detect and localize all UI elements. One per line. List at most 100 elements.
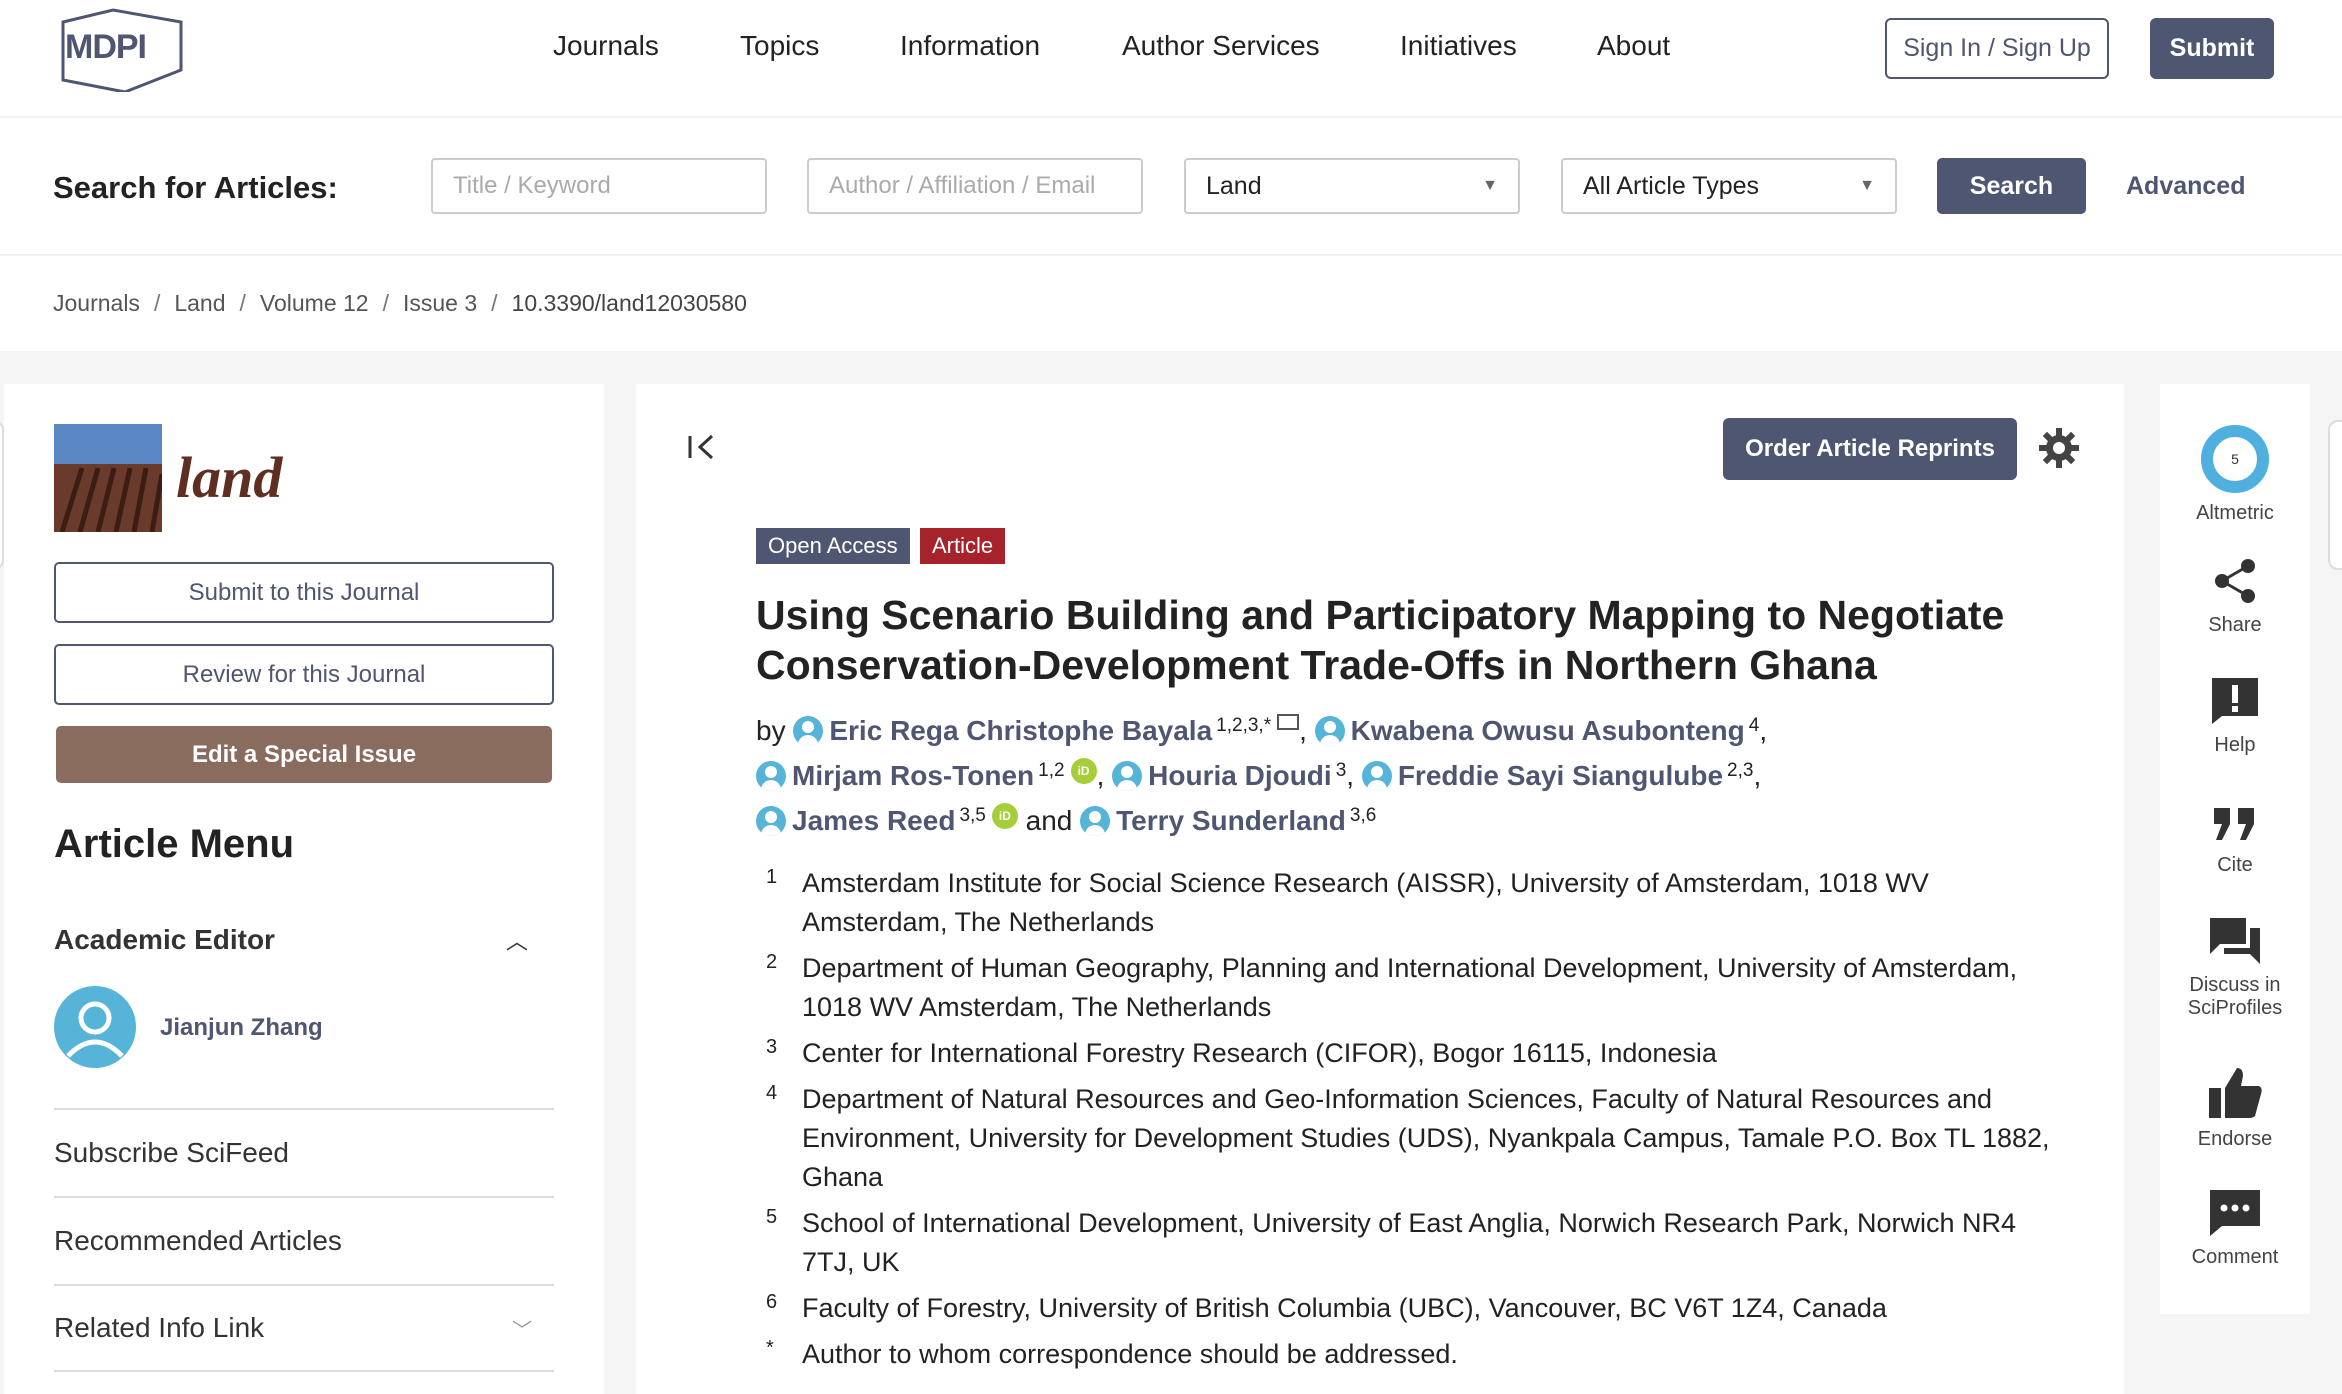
affiliation-text: Department of Natural Resources and Geo-… bbox=[802, 1084, 2050, 1192]
endorse-label: Endorse bbox=[2197, 1128, 2273, 1150]
academic-editor-label[interactable]: Academic Editor bbox=[54, 924, 275, 956]
author-profile-icon[interactable] bbox=[1361, 761, 1392, 791]
discuss-label: Discuss in bbox=[2189, 974, 2281, 996]
article-main: Order Article Reprints Open Access Artic… bbox=[636, 384, 2124, 1394]
share-button[interactable]: Share bbox=[2160, 556, 2310, 637]
author-profile-icon[interactable] bbox=[793, 716, 824, 746]
journal-cover-image bbox=[54, 424, 162, 532]
nav-initiatives[interactable]: Initiatives bbox=[1400, 30, 1517, 62]
title-keyword-input[interactable] bbox=[431, 158, 767, 214]
author-list: by Eric Rega Christophe Bayala 1,2,3,*, K… bbox=[756, 714, 1768, 836]
quote-icon bbox=[2214, 808, 2254, 840]
nav-journals[interactable]: Journals bbox=[553, 30, 659, 62]
affiliation-number: 6 bbox=[766, 1291, 778, 1313]
nav-about[interactable]: About bbox=[1597, 30, 1670, 62]
mdpi-logo[interactable]: MDPI bbox=[53, 8, 183, 94]
subscribe-scifeed-link[interactable]: Subscribe SciFeed bbox=[54, 1108, 554, 1196]
author-name[interactable]: Kwabena Owusu Asubonteng bbox=[1351, 715, 1745, 746]
related-info-link[interactable]: Related Info Link ﹀ bbox=[54, 1284, 554, 1372]
top-navigation: MDPI Journals Topics Information Author … bbox=[0, 0, 2342, 117]
editor-name[interactable]: Jianjun Zhang bbox=[160, 1014, 323, 1042]
submit-to-journal-button[interactable]: Submit to this Journal bbox=[54, 562, 554, 623]
affiliation-number: 2 bbox=[766, 951, 778, 973]
comment-label: Comment bbox=[2191, 1246, 2279, 1268]
logo-text: MDPI bbox=[65, 28, 147, 66]
affiliation-item: 1 Amsterdam Institute for Social Science … bbox=[766, 864, 2066, 942]
affiliation-text: Author to whom correspondence should be … bbox=[802, 1339, 1458, 1369]
affiliation-text: Faculty of Forestry, University of Briti… bbox=[802, 1293, 1887, 1323]
author-name[interactable]: Eric Rega Christophe Bayala bbox=[829, 715, 1212, 746]
author-name[interactable]: Houria Djoudi bbox=[1148, 760, 1332, 791]
author-input[interactable] bbox=[807, 158, 1143, 214]
search-button[interactable]: Search bbox=[1937, 158, 2086, 214]
article-type-select[interactable]: All Article Types ▼ bbox=[1561, 158, 1897, 214]
and-label: and bbox=[1025, 805, 1073, 836]
author-name[interactable]: Mirjam Ros-Tonen bbox=[792, 760, 1034, 791]
recommended-articles-link[interactable]: Recommended Articles bbox=[54, 1196, 554, 1284]
comment-button[interactable]: Comment bbox=[2160, 1188, 2310, 1269]
author-name[interactable]: Freddie Sayi Siangulube bbox=[1398, 760, 1723, 791]
chevron-up-icon[interactable]: ︿ bbox=[506, 924, 528, 956]
crumb-separator: / bbox=[491, 290, 498, 316]
cite-button[interactable]: Cite bbox=[2160, 802, 2310, 877]
breadcrumb-bar: Journals / Land / Volume 12 / Issue 3 / 10.3390/… bbox=[0, 256, 2342, 351]
by-label: by bbox=[756, 715, 786, 746]
journal-name[interactable]: land bbox=[176, 444, 282, 511]
affiliation-number: 1 bbox=[766, 866, 778, 888]
left-sidebar: land Submit to this Journal Review for t… bbox=[4, 384, 604, 1394]
author-profile-icon[interactable] bbox=[756, 761, 786, 791]
affiliation-item: 5 School of International Development, Un… bbox=[766, 1204, 2066, 1282]
cite-label: Cite bbox=[2217, 854, 2253, 876]
affiliation-item: 3 Center for International Forestry Resea… bbox=[766, 1034, 2066, 1073]
orcid-icon[interactable]: iD bbox=[991, 803, 1018, 829]
affiliation-item: 6 Faculty of Forestry, University of Brit… bbox=[766, 1289, 2066, 1328]
altmetric-button[interactable]: 5 Altmetric bbox=[2160, 424, 2310, 525]
affiliation-number: 4 bbox=[766, 1082, 778, 1104]
orcid-icon[interactable]: iD bbox=[1070, 758, 1097, 784]
nav-topics[interactable]: Topics bbox=[740, 30, 819, 62]
thumbs-up-icon bbox=[2209, 1068, 2262, 1118]
help-button[interactable]: Help bbox=[2160, 676, 2310, 757]
affiliation-number: 3 bbox=[766, 1036, 778, 1058]
review-for-journal-button[interactable]: Review for this Journal bbox=[54, 644, 554, 705]
menu-link-label: Related Info Link bbox=[54, 1312, 265, 1343]
crumb-separator: / bbox=[239, 290, 246, 316]
author-affil-sup: 1,2,3,* bbox=[1216, 715, 1272, 736]
order-reprints-button[interactable]: Order Article Reprints bbox=[1723, 418, 2017, 480]
nav-information[interactable]: Information bbox=[900, 30, 1040, 62]
author-profile-icon[interactable] bbox=[1080, 806, 1111, 836]
discuss-sciprofiles-button[interactable]: Discuss in SciProfiles bbox=[2160, 916, 2310, 1020]
altmetric-label: Altmetric bbox=[2196, 502, 2274, 524]
crumb-separator: / bbox=[382, 290, 389, 316]
author-profile-icon[interactable] bbox=[1112, 761, 1143, 791]
article-menu-title: Article Menu bbox=[54, 822, 295, 866]
share-label: Share bbox=[2208, 614, 2262, 636]
affiliation-text: Department of Human Geography, Planning … bbox=[802, 953, 2018, 1022]
correspondence-note: * Author to whom correspondence should be… bbox=[766, 1335, 2066, 1374]
open-access-badge: Open Access bbox=[756, 528, 910, 564]
collapse-sidebar-icon[interactable] bbox=[686, 432, 722, 462]
author-profile-icon[interactable] bbox=[756, 806, 786, 836]
crumb-land[interactable]: Land bbox=[174, 290, 225, 316]
nav-author-services[interactable]: Author Services bbox=[1122, 30, 1320, 62]
mail-icon[interactable] bbox=[1277, 714, 1300, 730]
gear-icon[interactable] bbox=[2037, 426, 2081, 470]
author-name[interactable]: Terry Sunderland bbox=[1116, 805, 1346, 836]
author-profile-icon[interactable] bbox=[1314, 716, 1345, 746]
crumb-volume[interactable]: Volume 12 bbox=[260, 290, 369, 316]
crumb-journals[interactable]: Journals bbox=[53, 290, 140, 316]
menu-link-label: Subscribe SciFeed bbox=[54, 1137, 290, 1168]
advanced-search-link[interactable]: Advanced bbox=[2126, 172, 2245, 201]
edit-special-issue-button[interactable]: Edit a Special Issue bbox=[56, 726, 552, 783]
author-affil-sup: 4 bbox=[1748, 715, 1760, 736]
help-icon bbox=[2212, 678, 2258, 724]
sign-in-button[interactable]: Sign In / Sign Up bbox=[1885, 18, 2109, 79]
crumb-issue[interactable]: Issue 3 bbox=[403, 290, 477, 316]
submit-button[interactable]: Submit bbox=[2150, 18, 2274, 79]
endorse-button[interactable]: Endorse bbox=[2160, 1066, 2310, 1151]
right-edge-tab[interactable] bbox=[2328, 420, 2342, 570]
affiliation-text: School of International Development, Uni… bbox=[802, 1208, 2017, 1277]
journal-select[interactable]: Land ▼ bbox=[1184, 158, 1520, 214]
affiliation-item: 4 Department of Natural Resources and Geo… bbox=[766, 1080, 2066, 1197]
author-name[interactable]: James Reed bbox=[792, 805, 955, 836]
